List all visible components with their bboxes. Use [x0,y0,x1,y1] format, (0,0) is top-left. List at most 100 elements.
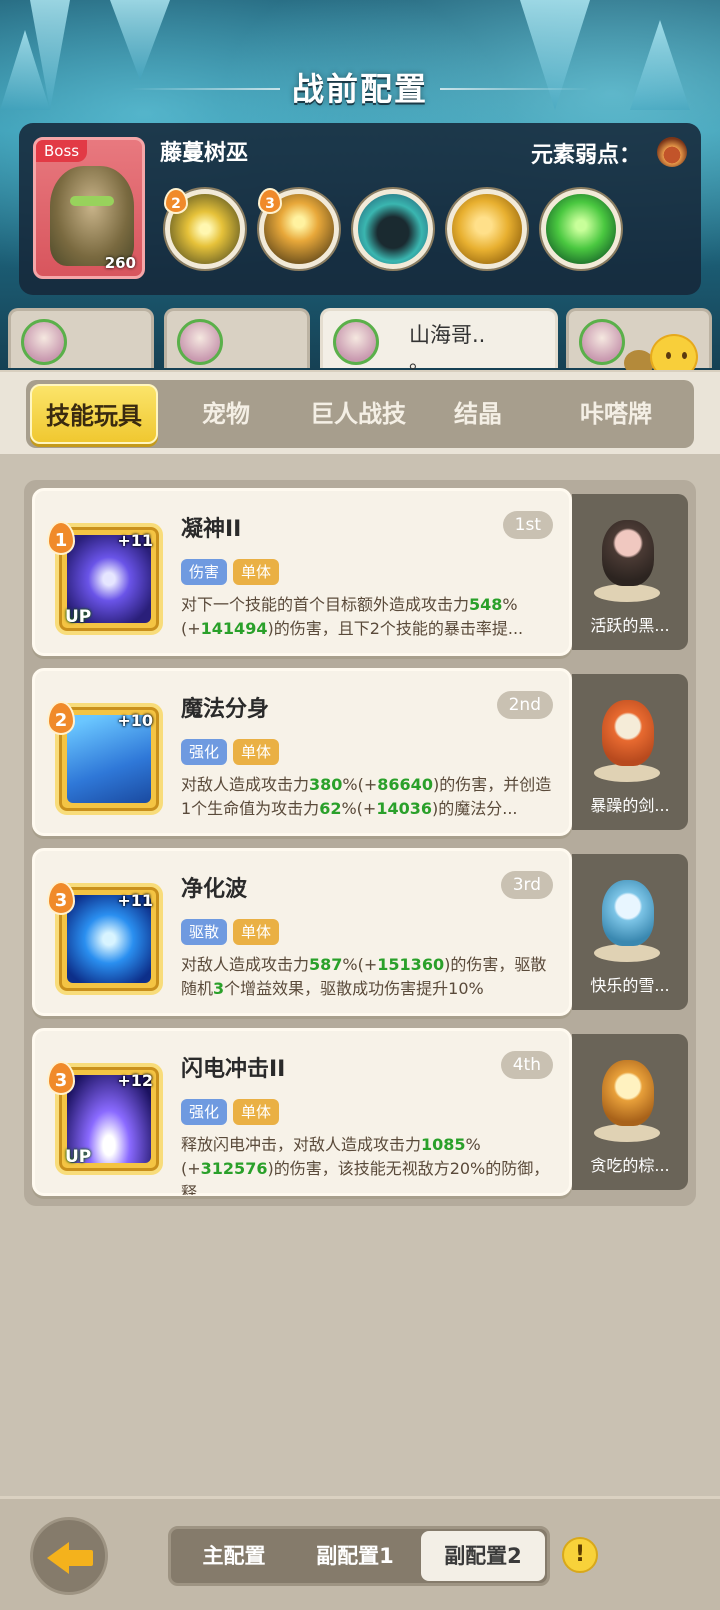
pet-name: 活跃的黑... [590,616,670,635]
tab-giant-skills[interactable]: 巨人战技 [288,380,428,448]
pet-pedestal [594,584,660,602]
desc-text: 对下一个技能的首个目标额外造成攻击力 [181,595,470,614]
footer-bar: 主配置 副配置1 副配置2 ! [0,1496,720,1610]
skill-up-label: UP [65,1147,92,1167]
stat-value: 86640 [377,775,433,794]
boss-panel: Boss 260 藤蔓树巫 元素弱点： 2 3 [19,123,701,295]
boss-skill-count: 3 [258,188,282,214]
stat-value: 312576 [200,1159,268,1178]
skill-tag-target: 单体 [233,739,280,765]
party-tab-1[interactable] [8,308,154,404]
skill-name: 闪电冲击II [181,1057,286,1082]
stat-value: 151360 [377,955,445,974]
skill-card[interactable]: +12 UP 3 闪电冲击II 4th 强化 单体 释放闪电冲击，对敌人造成攻击… [32,1028,572,1196]
skill-name: 净化波 [181,877,248,902]
skill-up-label: UP [65,607,92,627]
list-item: +11 UP 1 凝神II 1st 伤害 单体 对下一个技能的首个目标额外造成攻… [32,488,688,656]
shadow-creature-skill-icon[interactable] [353,189,433,269]
boss-level: 260 [104,254,136,272]
list-item: +11 3 净化波 3rd 驱散 单体 对敌人造成攻击力587%(+151360… [32,848,688,1016]
desc-text: 释放闪电冲击，对敌人造成攻击力 [181,1135,422,1154]
tab-crystals[interactable]: 结晶 [428,380,528,448]
back-button[interactable] [30,1517,108,1595]
boss-skill-count: 2 [164,188,188,214]
tab-sub-config-2[interactable]: 副配置2 [421,1531,545,1581]
skill-name: 魔法分身 [181,697,270,722]
category-bar: 技能玩具 宠物 巨人战技 结晶 咔嗒牌 [0,370,720,454]
skill-tag-type: 强化 [181,739,228,765]
avatar [21,319,68,404]
skill-tag-type: 伤害 [181,559,228,585]
skill-tag-target: 单体 [233,559,280,585]
pet-slot[interactable]: 快乐的雪... [572,854,688,1010]
skill-order-badge: 1 [47,521,75,555]
avatar [177,319,224,404]
tab-sub-config-1[interactable]: 副配置1 [295,1529,415,1583]
pet-pedestal [594,944,660,962]
pet-name: 暴躁的剑... [590,796,670,815]
skill-plus-level: +11 [117,891,153,910]
green-slime-skill-icon[interactable] [541,189,621,269]
stat-value: 380 [309,775,343,794]
pet-slot[interactable]: 贪吃的棕... [572,1034,688,1190]
pet-slot[interactable]: 暴躁的剑... [572,674,688,830]
skill-description: 对下一个技能的首个目标额外造成攻击力548%(+141494)的伤害，且下2个技… [181,593,555,655]
skill-list: +11 UP 1 凝神II 1st 伤害 单体 对下一个技能的首个目标额外造成攻… [24,480,696,1206]
stat-value: 1085 [421,1135,466,1154]
pig-pet-icon [602,520,654,586]
pet-pedestal [594,764,660,782]
exclamation-alert-icon[interactable]: ! [562,1537,598,1573]
skill-card[interactable]: +11 UP 1 凝神II 1st 伤害 单体 对下一个技能的首个目标额外造成攻… [32,488,572,656]
skill-description: 释放闪电冲击，对敌人造成攻击力1085%(+312576)的伤害，该技能无视敌方… [181,1133,555,1195]
avatar [579,319,626,404]
stat-value: 3 [213,979,225,998]
skill-order-badge: 3 [47,881,75,915]
bee-pet-icon [602,1060,654,1126]
skill-tag-type: 驱散 [181,919,228,945]
config-switcher: 主配置 副配置1 副配置2 [168,1526,550,1586]
stat-value: 548 [469,595,503,614]
stat-value: 14036 [376,799,432,818]
boss-card[interactable]: Boss 260 [33,137,145,279]
tab-pets[interactable]: 宠物 [166,380,286,448]
skill-tag-target: 单体 [233,1099,280,1125]
desc-text: %(+ [342,775,378,794]
boss-name: 藤蔓树巫 [160,141,249,166]
pet-slot[interactable]: 活跃的黑... [572,494,688,650]
golden-fish-skill-icon[interactable] [447,189,527,269]
skill-description: 对敌人造成攻击力587%(+151360)的伤害，驱散随机3个增益效果，驱散成功… [181,953,555,1015]
skill-tag-type: 强化 [181,1099,228,1125]
desc-text: 个增益效果，驱散成功伤害提升10% [224,979,484,998]
desc-text: %(+ [341,799,377,818]
flame-skill-icon[interactable]: 3 [258,188,339,269]
avatar [333,319,380,404]
skill-plus-level: +12 [117,1071,153,1090]
page-title: 战前配置 [291,70,428,108]
desc-text: 对敌人造成攻击力 [181,955,310,974]
rank-pill: 2nd [496,691,553,719]
skill-plus-level: +10 [117,711,153,730]
pet-pedestal [594,1124,660,1142]
skill-order-badge: 2 [47,701,75,735]
back-arrow-icon [47,1542,69,1574]
skill-card[interactable]: +11 3 净化波 3rd 驱散 单体 对敌人造成攻击力587%(+151360… [32,848,572,1016]
tab-skill-toys[interactable]: 技能玩具 [30,384,158,444]
back-arrow-shaft [67,1550,93,1566]
boss-portrait [50,166,134,266]
skill-tag-target: 单体 [233,919,280,945]
weakness-label: 元素弱点： [530,143,641,168]
party-tab-2[interactable] [164,308,310,404]
skill-card[interactable]: +10 2 魔法分身 2nd 强化 单体 对敌人造成攻击力380%(+86640… [32,668,572,836]
desc-text: %(+ [342,955,378,974]
list-item: +10 2 魔法分身 2nd 强化 单体 对敌人造成攻击力380%(+86640… [32,668,688,836]
skill-name: 凝神II [181,517,242,542]
pet-name: 快乐的雪... [590,976,670,995]
desc-text: 对敌人造成攻击力 [181,775,310,794]
list-item: +12 UP 3 闪电冲击II 4th 强化 单体 释放闪电冲击，对敌人造成攻击… [32,1028,688,1196]
pet-name: 贪吃的棕... [590,1156,670,1175]
tab-main-config[interactable]: 主配置 [175,1529,293,1583]
tab-click-cards[interactable]: 咔嗒牌 [546,380,686,448]
burst-skill-icon[interactable]: 2 [164,188,245,269]
skill-description: 对敌人造成攻击力380%(+86640)的伤害，并创造1个生命值为攻击力62%(… [181,773,555,835]
party-tab-3[interactable]: 山海哥.. 。 [320,308,558,404]
